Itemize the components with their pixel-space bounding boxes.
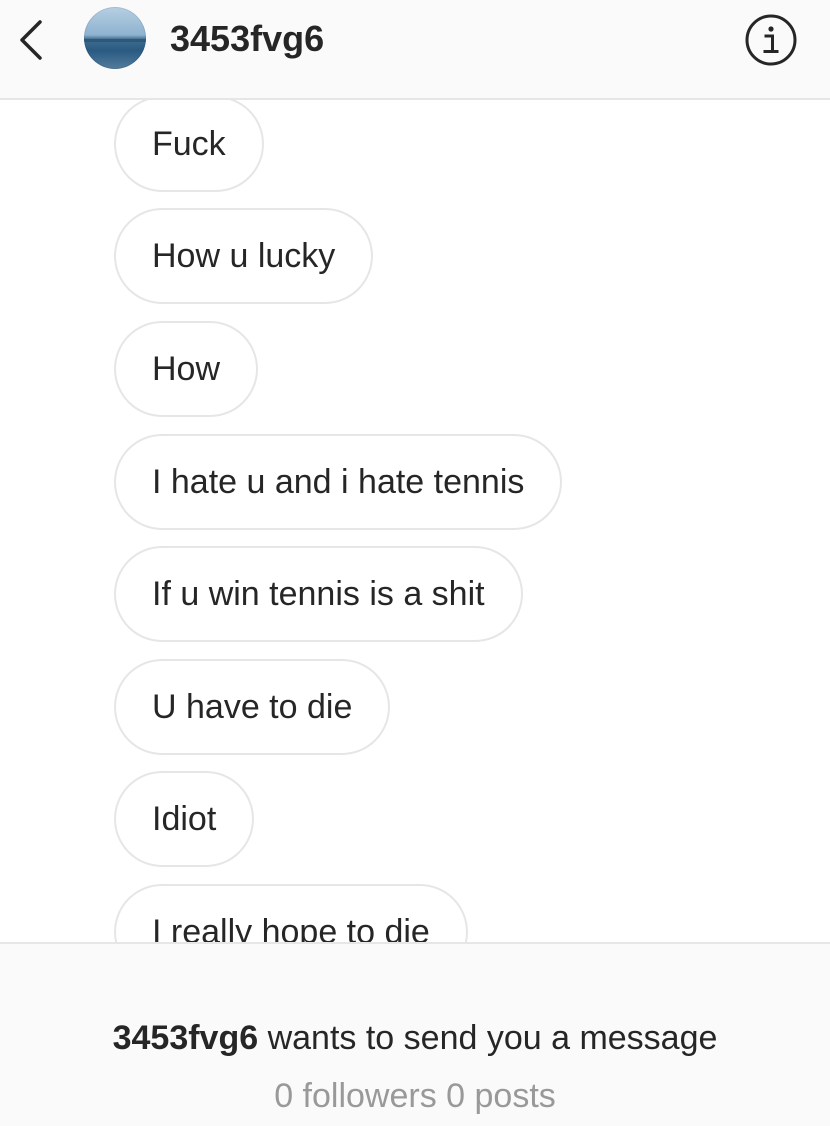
message-bubble[interactable]: How u lucky [114, 208, 374, 304]
followers-count: 0 followers [274, 1077, 437, 1115]
conversation-username[interactable]: 3453fvg6 [170, 14, 324, 64]
message-request-text: 3453fvg6 wants to send you a message [0, 1014, 830, 1062]
message-request-panel: 3453fvg6 wants to send you a message 0 f… [0, 942, 830, 1126]
message-list[interactable]: Fuck How u lucky How I hate u and i hate… [0, 100, 830, 942]
message-bubble[interactable]: Idiot [114, 771, 255, 867]
chevron-left-icon [20, 20, 42, 60]
info-button[interactable] [744, 13, 798, 67]
message-bubble[interactable]: How [114, 321, 259, 417]
request-username[interactable]: 3453fvg6 [113, 1019, 259, 1057]
message-bubble[interactable]: Fuck [114, 100, 264, 192]
message-bubble[interactable]: I hate u and i hate tennis [114, 434, 563, 530]
posts-count: 0 posts [446, 1077, 556, 1115]
message-bubble[interactable]: I really hope to die [114, 884, 468, 942]
message-bubble[interactable]: If u win tennis is a shit [114, 546, 523, 642]
message-bubble[interactable]: U have to die [114, 659, 391, 755]
conversation-header: 3453fvg6 [0, 0, 830, 100]
back-button[interactable] [6, 10, 56, 70]
request-description: wants to send you a message [258, 1019, 718, 1057]
profile-stats: 0 followers 0 posts [0, 1072, 830, 1120]
avatar[interactable] [84, 7, 146, 69]
info-circle-icon [745, 14, 797, 66]
